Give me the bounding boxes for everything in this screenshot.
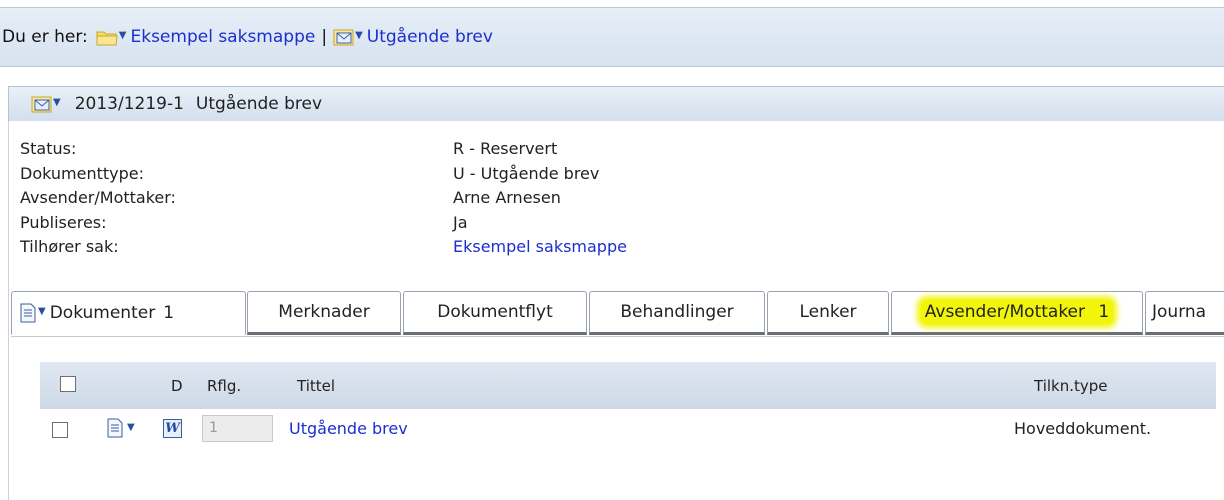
tab-label: Dokumenter	[49, 303, 156, 323]
tab-lenker[interactable]: Lenker	[767, 291, 889, 335]
tab-label: Behandlinger	[620, 302, 734, 322]
column-header-tilkn-type[interactable]: Tilkn.type	[1034, 377, 1108, 395]
meta-label: Tilhører sak:	[20, 237, 119, 256]
tab-avsender-mottaker[interactable]: Avsender/Mottaker 1	[891, 291, 1143, 335]
document-title: Utgående brev	[195, 94, 323, 114]
document-title-link[interactable]: Utgående brev	[289, 419, 408, 438]
chevron-down-icon[interactable]: ▼	[127, 422, 135, 433]
chevron-down-icon[interactable]: ▼	[53, 97, 61, 108]
metadata-list: Status: R - Reservert Dokumenttype: U - …	[20, 137, 1220, 260]
document-panel: Status: R - Reservert Dokumenttype: U - …	[8, 121, 1224, 500]
chevron-down-icon[interactable]: ▼	[119, 30, 127, 41]
case-link[interactable]: Eksempel saksmappe	[453, 235, 627, 260]
table-header: D Rflg. Tittel Tilkn.type	[40, 362, 1216, 409]
breadcrumb: Du er her: ▼ Eksempel saksmappe | ▼ Utgå…	[0, 7, 1224, 67]
document-number: 2013/1219-1	[74, 94, 184, 114]
connection-type: Hoveddokument.	[1014, 419, 1152, 438]
tab-label: Lenker	[799, 302, 857, 322]
meta-value: U - Utgående brev	[453, 163, 600, 183]
tab-label: Merknader	[278, 302, 370, 322]
document-icon	[20, 303, 36, 323]
tab-count: 1	[1098, 302, 1110, 322]
meta-row-publiseres: Publiseres: Ja	[20, 211, 1220, 236]
breadcrumb-link-saksmappe[interactable]: Eksempel saksmappe	[130, 27, 315, 47]
tab-count: 1	[163, 303, 175, 323]
breadcrumb-separator: |	[321, 27, 328, 47]
meta-row-avsender: Avsender/Mottaker: Arne Arnesen	[20, 186, 1220, 211]
highlight: Avsender/Mottaker 1	[920, 300, 1114, 324]
tab-behandlinger[interactable]: Behandlinger	[589, 291, 765, 335]
tab-journal[interactable]: Journa	[1145, 291, 1224, 335]
meta-value: Arne Arnesen	[453, 188, 561, 207]
column-header-rflg[interactable]: Rflg.	[207, 377, 241, 395]
tab-bar: ▼ Dokumenter 1 Merknader Dokumentflyt Be…	[11, 291, 1224, 337]
rflg-field: 1	[202, 415, 273, 442]
folder-icon[interactable]	[96, 29, 118, 46]
tab-merknader[interactable]: Merknader	[247, 291, 401, 335]
meta-value: R - Reservert	[453, 139, 558, 158]
table-row[interactable]: ▼ W 1 Utgående brev Hoveddokument.	[40, 409, 1216, 449]
tab-dokumenter[interactable]: ▼ Dokumenter 1	[11, 291, 246, 335]
tab-label: Avsender/Mottaker	[924, 302, 1086, 322]
meta-label: Dokumenttype:	[20, 163, 144, 183]
tab-dokumentflyt[interactable]: Dokumentflyt	[403, 291, 587, 335]
meta-label: Avsender/Mottaker:	[20, 188, 176, 207]
select-all-checkbox[interactable]	[60, 376, 76, 392]
column-header-d[interactable]: D	[171, 377, 183, 395]
row-checkbox[interactable]	[52, 422, 68, 438]
column-header-tittel[interactable]: Tittel	[297, 377, 335, 395]
meta-row-status: Status: R - Reservert	[20, 137, 1220, 162]
meta-label: Status:	[20, 139, 77, 158]
document-header: ▼ 2013/1219-1 Utgående brev	[8, 86, 1224, 122]
envelope-icon[interactable]	[333, 29, 354, 46]
envelope-icon[interactable]	[31, 96, 52, 113]
chevron-down-icon[interactable]: ▼	[38, 306, 46, 317]
breadcrumb-prefix: Du er her:	[2, 27, 88, 47]
document-icon[interactable]	[107, 418, 123, 442]
breadcrumb-link-brev[interactable]: Utgående brev	[367, 27, 493, 47]
meta-label: Publiseres:	[20, 212, 107, 232]
tab-label: Journa	[1152, 302, 1207, 322]
meta-value: Ja	[453, 212, 468, 232]
word-icon[interactable]: W	[163, 419, 182, 438]
meta-row-dokumenttype: Dokumenttype: U - Utgående brev	[20, 162, 1220, 187]
documents-table: D Rflg. Tittel Tilkn.type ▼ W 1 Utgående…	[40, 362, 1216, 449]
meta-row-sak: Tilhører sak: Eksempel saksmappe	[20, 235, 1220, 260]
chevron-down-icon[interactable]: ▼	[355, 30, 363, 41]
tab-label: Dokumentflyt	[437, 302, 553, 322]
